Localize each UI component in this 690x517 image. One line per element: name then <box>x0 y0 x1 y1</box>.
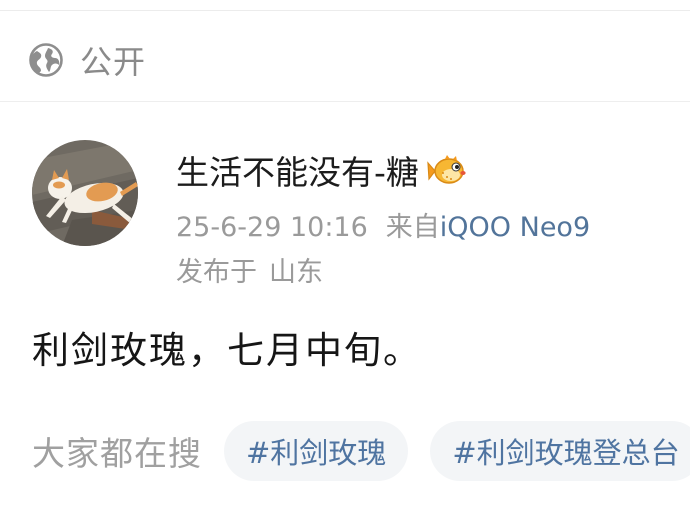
cat-avatar-image <box>32 140 138 246</box>
globe-icon <box>29 43 63 77</box>
avatar[interactable] <box>32 140 138 246</box>
source-prefix: 来自 <box>385 212 440 243</box>
trending-searches: 大家都在搜 #利剑玫瑰 #利剑玫瑰登总台 <box>32 420 690 482</box>
location-name: 山东 <box>269 257 323 288</box>
post-meta: 25-6-29 10:16 来自iQOO Neo9 <box>176 205 590 244</box>
post-location: 发布于 山东 <box>176 250 323 289</box>
post-timestamp: 25-6-29 10:16 <box>176 212 368 243</box>
visibility-label: 公开 <box>80 43 147 81</box>
top-divider <box>0 10 690 11</box>
post-body: 利剑玫瑰，七月中旬。 <box>32 329 422 372</box>
trending-tag[interactable]: #利剑玫瑰 <box>224 421 409 481</box>
location-prefix: 发布于 <box>176 257 257 288</box>
device-link[interactable]: iQOO Neo9 <box>440 212 590 243</box>
trending-label: 大家都在搜 <box>32 434 202 473</box>
section-divider <box>0 101 690 102</box>
pufferfish-icon <box>427 155 466 184</box>
author-name[interactable]: 生活不能没有-糖 <box>176 146 419 194</box>
trending-tag[interactable]: #利剑玫瑰登总台 <box>430 421 690 481</box>
author-row[interactable]: 生活不能没有-糖 <box>176 146 469 194</box>
visibility-indicator[interactable]: 公开 <box>28 38 146 82</box>
